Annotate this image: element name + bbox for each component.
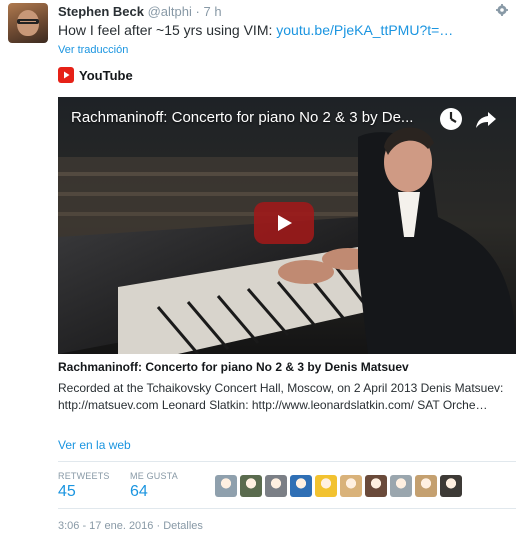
view-on-web-link[interactable]: Ver en la web (58, 438, 131, 452)
stats-divider-top (58, 461, 516, 462)
video-player[interactable]: Rachmaninoff: Concerto for piano No 2 & … (58, 97, 516, 354)
youtube-icon (58, 67, 74, 83)
retweets-count[interactable]: 45 (58, 483, 76, 501)
user-avatar-icon[interactable] (390, 475, 412, 497)
likers-list (215, 475, 462, 497)
tweet-timestamp[interactable]: 3:06 - 17 ene. 2016 · Detalles (58, 520, 203, 532)
play-button[interactable] (254, 202, 314, 244)
card-description: Recorded at the Tchaikovsky Concert Hall… (58, 381, 504, 412)
user-avatar-icon[interactable] (365, 475, 387, 497)
user-avatar-icon[interactable] (215, 475, 237, 497)
share-icon[interactable] (474, 107, 498, 131)
author-handle[interactable]: @altphi (148, 4, 192, 19)
tweet-time[interactable]: 7 h (203, 4, 221, 19)
clock-icon[interactable] (438, 106, 464, 132)
card-title[interactable]: Rachmaninoff: Concerto for piano No 2 & … (58, 360, 409, 374)
tweet-link[interactable]: youtu.be/PjeKA_ttPMU?t=… (276, 22, 453, 38)
user-avatar-icon[interactable] (290, 475, 312, 497)
likes-count[interactable]: 64 (130, 483, 148, 501)
tweet-header: Stephen Beck @altphi · 7 h (58, 4, 222, 20)
user-avatar-icon[interactable] (240, 475, 262, 497)
user-avatar-icon[interactable] (440, 475, 462, 497)
tweet-text: How I feel after ~15 yrs using VIM: yout… (58, 21, 453, 39)
gear-icon[interactable] (496, 4, 508, 16)
likes-label[interactable]: ME GUSTA (130, 471, 178, 481)
card-source[interactable]: YouTube (58, 66, 133, 84)
user-avatar-icon[interactable] (315, 475, 337, 497)
play-icon (278, 215, 292, 231)
author-name[interactable]: Stephen Beck (58, 4, 144, 19)
header-separator: · (195, 4, 200, 19)
tweet-text-body: How I feel after ~15 yrs using VIM: (58, 22, 277, 38)
video-title[interactable]: Rachmaninoff: Concerto for piano No 2 & … (71, 109, 413, 126)
author-avatar[interactable] (8, 3, 48, 43)
user-avatar-icon[interactable] (340, 475, 362, 497)
stats-divider-bottom (58, 508, 516, 509)
retweets-label[interactable]: RETWEETS (58, 471, 110, 481)
user-avatar-icon[interactable] (265, 475, 287, 497)
card-source-name: YouTube (79, 67, 133, 83)
user-avatar-icon[interactable] (415, 475, 437, 497)
avatar-glasses (17, 19, 39, 24)
translate-link[interactable]: Ver traducción (58, 44, 128, 56)
